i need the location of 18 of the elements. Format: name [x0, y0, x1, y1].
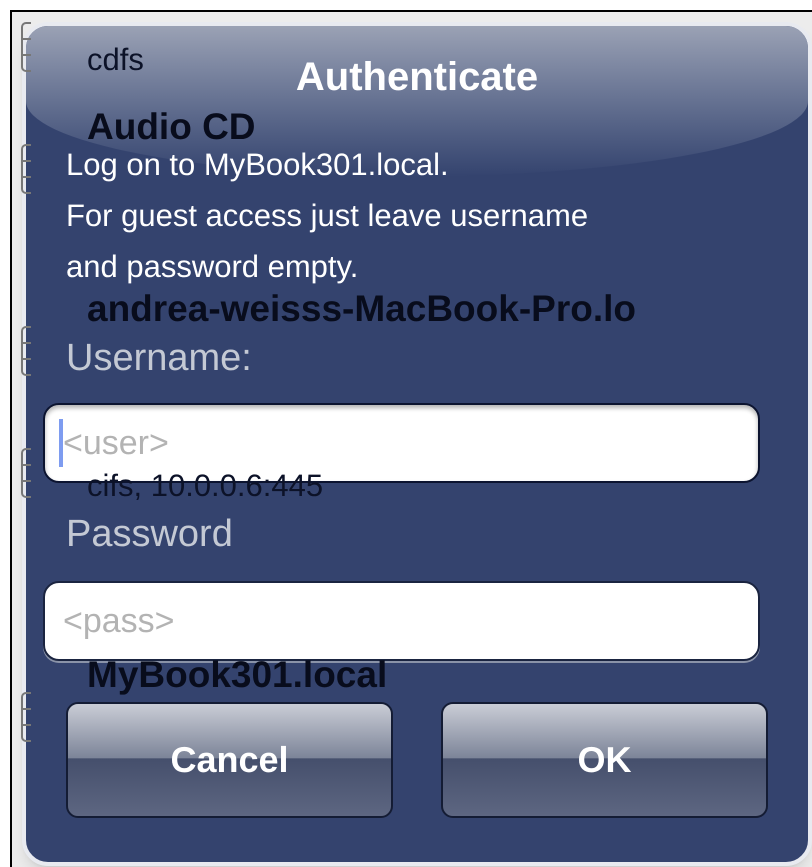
drive-icon: [21, 326, 31, 376]
input-field[interactable]: <pass>: [43, 581, 760, 661]
message-line: For guest access just leave username: [66, 198, 588, 234]
text-cursor: [59, 419, 63, 467]
drive-icon: [21, 22, 31, 72]
drive-icon: [21, 144, 31, 194]
dialog-button[interactable]: Cancel: [66, 702, 393, 818]
device-name: Audio CD: [87, 108, 256, 146]
device-name: andrea-weisss-MacBook-Pro.lo: [87, 290, 636, 328]
device-detail: cdfs: [87, 44, 144, 76]
message-line: Log on to MyBook301.local.: [66, 147, 449, 183]
dialog-button[interactable]: OK: [441, 702, 768, 818]
message-line: and password empty.: [66, 249, 358, 285]
field-label: Username:: [66, 339, 252, 377]
dialog-title: Authenticate: [296, 54, 538, 101]
field-label: Password: [66, 515, 233, 553]
drive-icon: [21, 448, 31, 498]
drive-icon: [21, 692, 31, 742]
